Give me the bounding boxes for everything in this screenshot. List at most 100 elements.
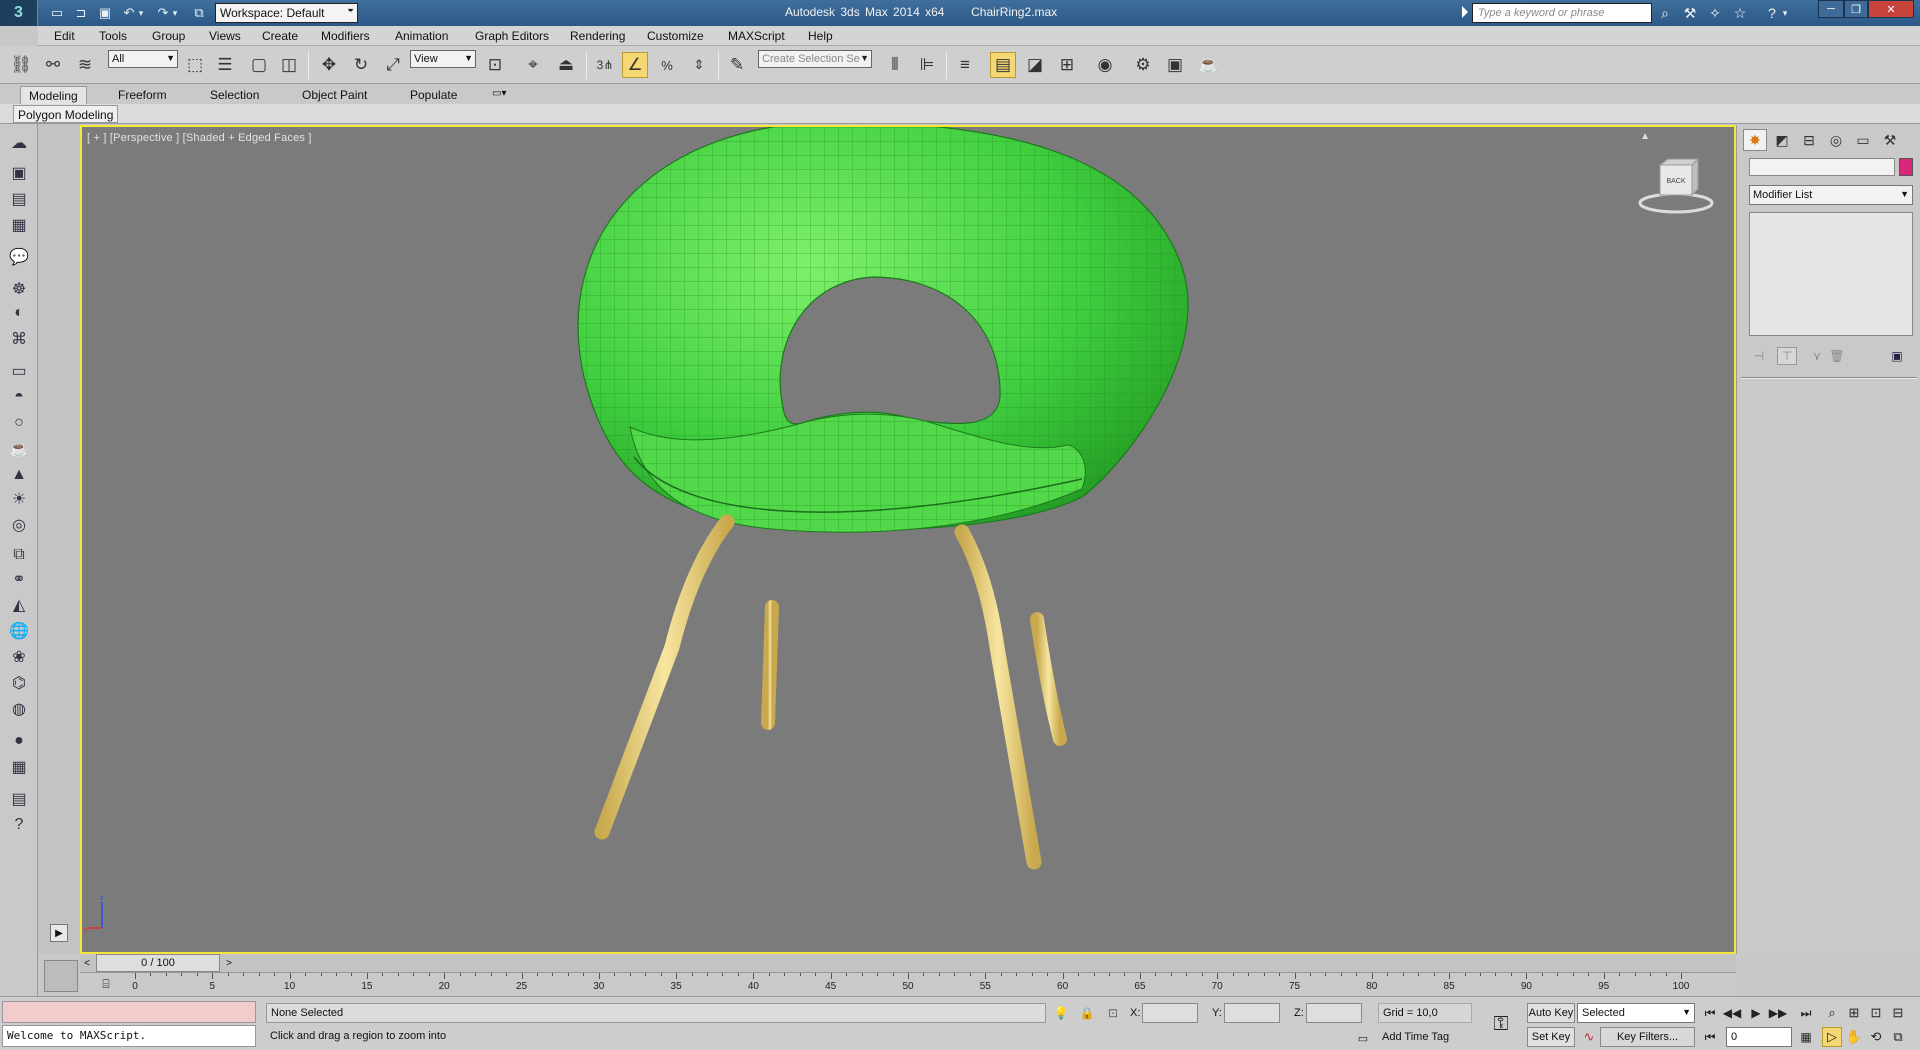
create-tab-icon[interactable]: ✸ [1743,129,1767,151]
menu-modifiers[interactable]: Modifiers [321,29,370,43]
time-tag-icon[interactable]: ▭ [1354,1029,1372,1047]
time-slider-thumb[interactable]: 0 / 100 [96,954,220,972]
zoom-extents-icon[interactable]: ⊡ [1866,1003,1886,1023]
configure-modifier-sets-icon[interactable]: ▣ [1887,347,1907,365]
stairs-icon[interactable]: ⧉ [5,542,33,568]
zoom-extents-all-icon[interactable]: ⊟ [1888,1003,1908,1023]
calculator-icon[interactable]: ▦ [5,754,33,780]
cone-icon[interactable]: ▲ [5,462,33,488]
help-icon[interactable]: ? [1762,3,1782,23]
make-unique-icon[interactable]: ⋎ [1807,347,1827,365]
new-file-icon[interactable]: ▭ [48,4,66,22]
move-icon[interactable]: ✥ [316,52,342,78]
maxscript-listener-input[interactable] [2,1001,256,1023]
modifier-stack[interactable] [1749,212,1913,336]
chair-model[interactable] [82,127,1734,952]
percent-snap-icon[interactable]: % [654,52,680,78]
speech-icon[interactable]: 💬 [5,244,33,270]
x-coordinate-field[interactable] [1142,1003,1198,1023]
chair-leg-front-left[interactable] [594,514,735,840]
menu-group[interactable]: Group [152,29,185,43]
set-key-button[interactable]: Set Key [1527,1027,1575,1047]
key-filter-curve-icon[interactable]: ∿ [1580,1027,1598,1047]
chair-leg-back-right[interactable] [1030,612,1067,746]
help-dropdown-icon[interactable]: ▾ [1780,3,1790,23]
rectangular-selection-icon[interactable]: ▢ [246,52,272,78]
menu-edit[interactable]: Edit [54,29,75,43]
unlink-icon[interactable]: ⚯ [40,52,66,78]
redo-dropdown-icon[interactable]: ▾ [170,4,180,22]
viewcube-side-face[interactable] [1691,157,1699,197]
display-tab-icon[interactable]: ▭ [1851,129,1875,151]
character-icon[interactable]: ☸ [5,276,33,302]
next-frame-icon[interactable]: ▶▶ [1768,1003,1788,1023]
geosphere-icon[interactable]: ◭ [5,592,33,618]
object-name-field[interactable] [1749,158,1895,176]
shell-icon[interactable]: ◍ [5,696,33,722]
tab-object-paint[interactable]: Object Paint [294,86,375,104]
isolate-selection-icon[interactable]: 💡 [1052,1004,1070,1022]
schematic-view-icon[interactable]: ⊞ [1054,52,1080,78]
snaps-toggle-icon[interactable]: 3 ⋔ [592,52,618,78]
current-frame-field[interactable]: 0 [1726,1027,1792,1047]
render-production-icon[interactable]: ☕ [1196,52,1222,78]
workspace-dropdown[interactable]: Workspace: Default ▼ [215,3,358,23]
window-crossing-icon[interactable]: ◫ [276,52,302,78]
viewport-label[interactable]: [ + ] [Perspective ] [Shaded + Edged Fac… [87,132,312,144]
plane-icon[interactable]: ▭ [5,358,33,384]
sun-icon[interactable]: ☀ [5,486,33,512]
torus-icon[interactable]: ◎ [5,512,33,538]
time-configuration-icon[interactable]: ▦ [1796,1027,1816,1047]
tab-populate[interactable]: Populate [402,86,465,104]
go-to-start-icon[interactable]: ⏮ [1700,1003,1720,1023]
subscription-center-icon[interactable]: ⚒ [1680,3,1700,23]
teapot-icon[interactable]: ☁ [5,130,33,156]
selection-lock-icon[interactable]: 🔒 [1078,1004,1096,1022]
menu-graph-editors[interactable]: Graph Editors [475,29,549,43]
pin-stack-icon[interactable]: ⊣ [1749,347,1769,365]
curve-editor-icon[interactable]: ◪ [1022,52,1048,78]
key-mode-dropdown[interactable]: Selected ▼ [1577,1003,1695,1023]
maximize-viewport-icon[interactable]: ⧉ [1888,1027,1908,1047]
menu-animation[interactable]: Animation [395,29,448,43]
menu-rendering[interactable]: Rendering [570,29,625,43]
material-editor-icon[interactable]: ◉ [1092,52,1118,78]
orbit-icon[interactable]: ⟲ [1866,1027,1886,1047]
tab-freeform[interactable]: Freeform [110,86,175,104]
zoom-icon[interactable]: ⌕ [1822,1003,1842,1023]
sphere-light-icon[interactable]: ◐ [5,300,33,326]
plant-icon[interactable]: ❀ [5,644,33,670]
open-mini-curve-editor-icon[interactable]: ⌸ [94,975,118,993]
track-bar[interactable]: ⌸ 0 5 10 15 20 25 30 35 40 45 50 55 60 65 70 75 80 85 90 95… [80,972,1736,996]
grid-icon[interactable]: ▦ [5,212,33,238]
edit-named-selection-icon[interactable]: ✎ [724,52,750,78]
teapot-icon-2[interactable]: ☕ [5,436,33,462]
pivot-center-icon[interactable]: ⊡ [482,52,508,78]
open-file-icon[interactable]: ⊐ [72,4,90,22]
image-icon[interactable]: ▣ [5,160,33,186]
y-coordinate-field[interactable] [1224,1003,1280,1023]
layer-manager-icon[interactable]: ≡ [952,52,978,78]
polygon-modeling-panel-button[interactable]: Polygon Modeling [13,105,119,123]
sphere-icon[interactable]: ● [5,728,33,754]
zoom-all-icon[interactable]: ⊞ [1844,1003,1864,1023]
tab-modeling[interactable]: Modeling [20,86,87,104]
help-circle-icon[interactable]: ? [5,812,33,838]
perspective-viewport[interactable]: [ + ] [Perspective ] [Shaded + Edged Fac… [80,125,1736,954]
ribbon-options-icon[interactable]: ▭▾ [484,86,514,104]
scale-icon[interactable]: ⤢ [380,52,406,78]
key-mode-toggle-icon[interactable]: ⏮ [1700,1027,1720,1047]
set-keys-icon[interactable]: ⚿ [1484,1007,1518,1041]
mirror-icon[interactable]: ⫴ [882,52,908,78]
angle-snap-icon[interactable]: ∠ [622,52,648,78]
chair-leg-back-left[interactable] [761,600,779,730]
project-folder-icon[interactable]: ⧉ [190,4,208,22]
key-filters-button[interactable]: Key Filters... [1600,1027,1695,1047]
viewcube[interactable]: BACK [1636,155,1716,215]
selection-filter-dropdown[interactable]: All ▼ [108,50,178,68]
motion-tab-icon[interactable]: ◎ [1824,129,1848,151]
previous-frame-icon[interactable]: ◀◀ [1722,1003,1742,1023]
utilities-tab-icon[interactable]: ⚒ [1878,129,1902,151]
auto-key-button[interactable]: Auto Key [1527,1003,1575,1023]
maxscript-listener-output[interactable]: Welcome to MAXScript. [2,1025,256,1047]
